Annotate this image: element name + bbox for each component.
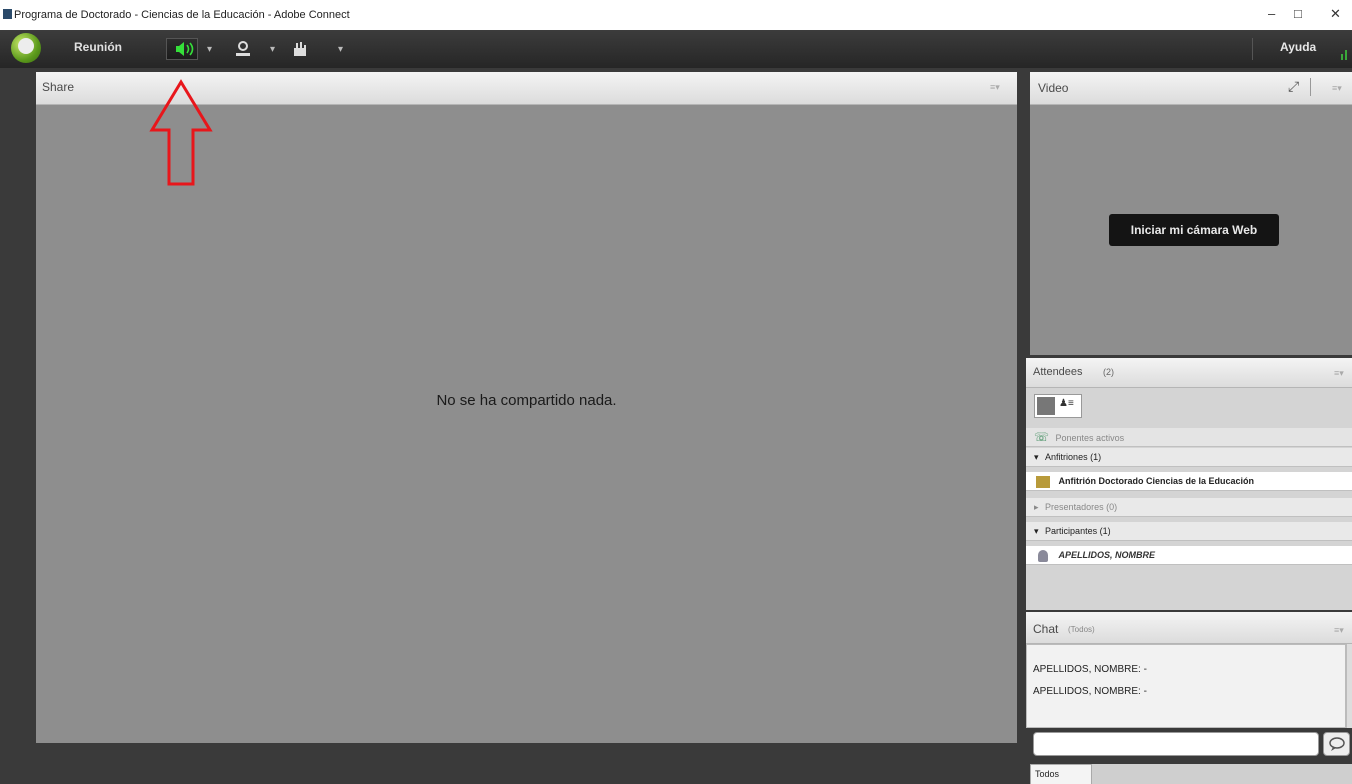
speech-bubble-icon (1328, 737, 1345, 751)
menu-bar (0, 30, 1352, 68)
status-dropdown[interactable]: ▾ (338, 44, 343, 55)
attendees-count: (2) (1103, 367, 1114, 377)
logo-inner (18, 38, 34, 54)
annotation-arrow-icon (149, 79, 213, 186)
attendees-pod-menu[interactable]: ≡▾ (1334, 368, 1344, 379)
webcam-icon[interactable] (232, 38, 254, 60)
share-empty-message: No se ha compartido nada. (436, 392, 617, 409)
maximize-button[interactable]: □ (1294, 6, 1302, 21)
close-button[interactable]: ✕ (1330, 6, 1341, 22)
chat-pod-title: Chat (1033, 622, 1059, 636)
share-pod-content (36, 105, 1017, 743)
chat-message: APELLIDOS, NOMBRE: - (1033, 686, 1147, 697)
group-participants-label: Participantes (1) (1045, 526, 1111, 536)
group-hosts-label: Anfitriones (1) (1045, 452, 1102, 462)
active-speakers-row: ☏ Ponentes activos (1026, 428, 1352, 447)
participant-name: APELLIDOS, NOMBRE (1058, 550, 1156, 560)
share-pod-title: Share (42, 80, 75, 94)
attendee-host-row[interactable]: Anfitrión Doctorado Ciencias de la Educa… (1026, 472, 1352, 491)
camera-dropdown[interactable]: ▾ (270, 44, 275, 55)
group-participants[interactable]: ▾ Participantes (1) (1026, 522, 1352, 541)
audio-dropdown[interactable]: ▾ (207, 44, 212, 55)
video-header-divider (1310, 78, 1311, 96)
video-pod-menu[interactable]: ≡▾ (1332, 83, 1342, 94)
menu-meeting[interactable]: Reunión (74, 40, 122, 54)
fullscreen-icon[interactable]: ⤢ (1288, 78, 1299, 95)
video-pod-header (1030, 72, 1352, 105)
chat-scope: (Todos) (1068, 625, 1095, 634)
minimize-button[interactable]: – (1268, 6, 1275, 21)
attendees-pod-title: Attendees (1033, 366, 1083, 378)
list-view-icon[interactable] (1037, 397, 1055, 415)
phone-icon: ☏ (1034, 430, 1050, 444)
chat-tab-everyone[interactable]: Todos (1030, 764, 1092, 784)
send-message-button[interactable] (1323, 732, 1350, 756)
collapse-icon[interactable]: ▾ (1026, 452, 1039, 462)
signal-strength-icon (1341, 50, 1347, 60)
group-presenters-label: Presentadores (0) (1045, 502, 1118, 512)
video-pod-title: Video (1038, 81, 1069, 95)
expand-icon[interactable]: ▸ (1026, 502, 1039, 512)
chat-tab-bar (1092, 764, 1352, 784)
chat-message: APELLIDOS, NOMBRE: - (1033, 664, 1147, 675)
start-webcam-button[interactable]: Iniciar mi cámara Web (1109, 214, 1279, 246)
speaker-icon (176, 42, 194, 56)
chat-scrollbar[interactable] (1346, 644, 1352, 728)
participant-icon (1038, 549, 1048, 562)
share-pod-menu[interactable]: ≡▾ (990, 82, 1000, 93)
raise-hand-icon[interactable] (288, 38, 310, 60)
window-title: Programa de Doctorado - Ciencias de la E… (14, 9, 350, 21)
host-name: Anfitrión Doctorado Ciencias de la Educa… (1058, 476, 1255, 486)
chat-input[interactable] (1033, 732, 1319, 756)
audio-button[interactable] (166, 38, 198, 60)
attendee-view-toggle[interactable]: ♟≡ (1034, 394, 1082, 418)
attendee-participant-row[interactable]: APELLIDOS, NOMBRE (1026, 546, 1352, 565)
menu-help[interactable]: Ayuda (1280, 40, 1316, 54)
chat-pod-menu[interactable]: ≡▾ (1334, 625, 1344, 636)
host-icon (1036, 475, 1050, 488)
group-hosts[interactable]: ▾ Anfitriones (1) (1026, 448, 1352, 467)
group-presenters[interactable]: ▸ Presentadores (0) (1026, 498, 1352, 517)
active-speakers-label: Ponentes activos (1055, 433, 1125, 443)
status-view-icon[interactable]: ♟≡ (1059, 398, 1074, 409)
menu-divider (1252, 38, 1253, 60)
app-icon (3, 9, 12, 19)
collapse-icon[interactable]: ▾ (1026, 526, 1039, 536)
